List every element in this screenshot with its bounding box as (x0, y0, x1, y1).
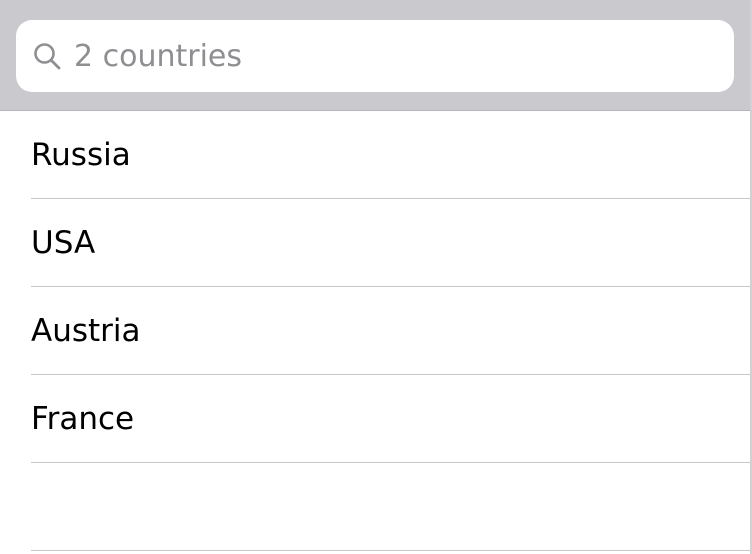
list-item-empty (0, 463, 752, 551)
search-icon (34, 43, 61, 70)
list-item-label: USA (31, 225, 96, 261)
search-input[interactable] (74, 20, 714, 92)
list-item-label: Russia (31, 137, 131, 173)
country-list: Russia USA Austria France (0, 111, 752, 551)
list-item-label: Austria (31, 313, 141, 349)
search-bar (0, 0, 752, 111)
list-item[interactable]: Austria (0, 287, 752, 375)
list-item[interactable]: Russia (0, 111, 752, 199)
list-item-label: France (31, 401, 135, 437)
list-item[interactable]: France (0, 375, 752, 463)
list-item[interactable]: USA (0, 199, 752, 287)
search-field[interactable] (16, 20, 734, 92)
separator (31, 550, 752, 551)
